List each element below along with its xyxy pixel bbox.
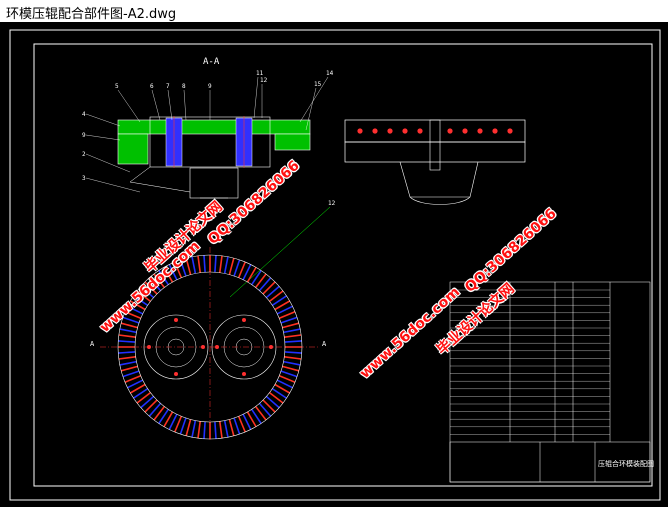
svg-text:8: 8 — [182, 83, 186, 90]
ring-tooth — [284, 351, 302, 354]
ring-tooth — [282, 365, 300, 372]
ring-tooth — [203, 255, 206, 273]
ring-tooth — [118, 334, 136, 339]
ring-tooth — [120, 322, 138, 329]
ring-tooth — [118, 351, 136, 354]
ring-tooth — [280, 370, 298, 378]
svg-text:12: 12 — [260, 77, 268, 84]
ring-tooth — [278, 374, 296, 383]
ring-tooth — [223, 256, 229, 274]
title-block-name: 压辊合环模装配图 — [598, 459, 654, 468]
ring-tooth — [282, 322, 300, 329]
ring-tooth — [284, 355, 302, 360]
ring-tooth — [179, 417, 187, 435]
inner-frame — [33, 43, 653, 487]
ring-tooth — [118, 340, 136, 343]
ring-tooth — [120, 365, 138, 372]
section-view: 4 9 2 3 5 6 7 8 9 11 12 14 15 — [82, 70, 334, 199]
section-label: A-A — [203, 57, 220, 67]
ring-tooth — [124, 374, 142, 383]
ring-tooth — [237, 261, 246, 279]
ring-tooth — [218, 421, 223, 439]
ring-tooth — [174, 415, 183, 433]
ring-tooth — [233, 259, 241, 277]
ring-tooth — [228, 257, 235, 275]
ring-tooth — [278, 311, 296, 320]
ring-tooth — [228, 419, 235, 437]
ring-tooth — [284, 340, 302, 343]
svg-text:9: 9 — [208, 83, 212, 90]
ring-tooth — [118, 355, 136, 360]
cad-drawing: A-A 4 9 2 3 5 6 7 8 9 11 12 14 15 12 A A… — [9, 29, 661, 501]
ring-tooth — [197, 255, 202, 273]
ring-tooth — [280, 316, 298, 324]
svg-text:12: 12 — [328, 200, 336, 207]
svg-text:6: 6 — [150, 83, 154, 90]
svg-text:5: 5 — [115, 83, 119, 90]
svg-text:14: 14 — [326, 70, 334, 77]
ring-tooth — [197, 421, 202, 439]
ring-tooth — [119, 360, 137, 366]
ring-tooth — [203, 421, 206, 439]
window-title: 环模压辊配合部件图-A2.dwg — [6, 7, 177, 22]
side-view — [344, 119, 526, 205]
ring-tooth — [283, 328, 301, 334]
ring-tooth — [185, 419, 192, 437]
svg-text:9: 9 — [82, 132, 86, 139]
ring-tooth — [283, 360, 301, 366]
ring-tooth — [191, 420, 197, 438]
ring-plan-view: A A — [90, 247, 327, 442]
ring-tooth — [119, 328, 137, 334]
ring-tooth — [237, 415, 246, 433]
ring-tooth — [223, 420, 229, 438]
svg-text:15: 15 — [314, 81, 322, 88]
ring-tooth — [233, 417, 241, 435]
ring-tooth — [218, 255, 223, 273]
ring-tooth — [284, 334, 302, 339]
svg-text:A: A — [90, 340, 95, 348]
outer-frame — [9, 29, 661, 501]
cad-canvas[interactable]: A-A 4 9 2 3 5 6 7 8 9 11 12 14 15 12 A A… — [0, 22, 668, 507]
ring-tooth — [122, 370, 140, 378]
svg-text:A: A — [322, 340, 327, 348]
svg-text:7: 7 — [166, 83, 170, 90]
ring-tooth — [214, 421, 217, 439]
svg-text:3: 3 — [82, 175, 86, 182]
ring-tooth — [214, 255, 217, 273]
svg-text:11: 11 — [256, 70, 264, 77]
svg-text:2: 2 — [82, 151, 86, 158]
window-titlebar: 环模压辊配合部件图-A2.dwg — [0, 0, 668, 23]
svg-text:4: 4 — [82, 111, 86, 118]
